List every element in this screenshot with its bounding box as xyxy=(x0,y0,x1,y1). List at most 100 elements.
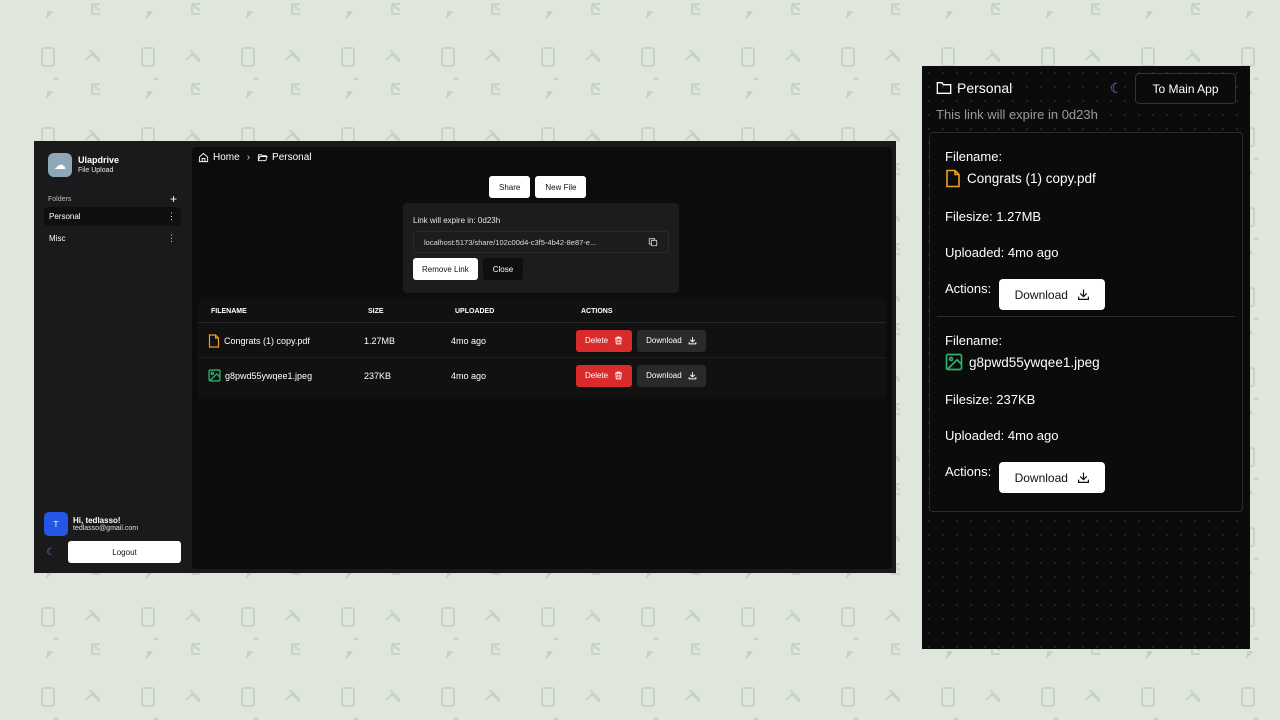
breadcrumb-personal[interactable]: Personal xyxy=(272,152,311,163)
shared-file-uploaded: Uploaded: 4mo ago xyxy=(945,245,1059,260)
column-header-filename: FILENAME xyxy=(211,308,247,315)
download-label: Download xyxy=(646,336,682,345)
download-label: Download xyxy=(646,371,682,380)
files-table: FILENAME SIZE UPLOADED ACTIONS Congrats … xyxy=(198,299,886,399)
trash-icon xyxy=(615,336,622,345)
download-icon xyxy=(1077,472,1089,483)
share-button[interactable]: Share xyxy=(489,176,531,198)
actions-label: Actions: xyxy=(945,464,992,479)
popover-actions: Remove Link Close xyxy=(413,258,669,280)
shared-file-item: Filename: Congrats (1) copy.pdf Filesize… xyxy=(937,133,1235,316)
column-header-size: SIZE xyxy=(368,308,384,315)
download-icon xyxy=(688,372,697,380)
shared-file-size: Filesize: 237KB xyxy=(945,392,1036,407)
download-button[interactable]: Download xyxy=(999,462,1106,493)
download-button[interactable]: Download xyxy=(637,364,706,387)
folder-icon xyxy=(936,82,952,94)
user-email: tedlasso@gmail.com xyxy=(73,525,139,532)
shared-file-name: Congrats (1) copy.pdf xyxy=(967,171,1096,186)
download-icon xyxy=(1077,289,1089,300)
table-header: FILENAME SIZE UPLOADED ACTIONS xyxy=(198,299,886,323)
download-button[interactable]: Download xyxy=(637,329,706,352)
main-panel: Home › Personal Share New File Link will… xyxy=(192,147,892,569)
share-popover: Link will expire in: 0d23h localhost:517… xyxy=(403,203,679,293)
copy-icon[interactable] xyxy=(648,237,658,247)
brand: ☁ Ulapdrive File Upload xyxy=(48,153,181,177)
shared-file-name-row: g8pwd55ywqee1.jpeg xyxy=(945,353,1227,371)
column-header-actions: ACTIONS xyxy=(581,308,613,315)
shared-file-item: Filename: g8pwd55ywqee1.jpeg Filesize: 2… xyxy=(937,316,1235,499)
user-card: T Hi, tedlasso! tedlasso@gmail.com xyxy=(44,512,138,536)
remove-link-button[interactable]: Remove Link xyxy=(413,258,478,280)
folder-open-icon xyxy=(257,154,268,162)
shared-file-size: Filesize: 1.27MB xyxy=(945,209,1042,224)
pdf-file-icon xyxy=(946,169,960,188)
sidebar: ☁ Ulapdrive File Upload Folders + Person… xyxy=(34,141,191,573)
file-size: 1.27MB xyxy=(364,335,396,346)
user-greeting: Hi, tedlasso! xyxy=(73,516,121,525)
breadcrumb: Home › Personal xyxy=(198,152,312,163)
table-row: Congrats (1) copy.pdf 1.27MB 4mo ago Del… xyxy=(198,323,886,358)
avatar: T xyxy=(44,512,68,536)
file-name[interactable]: Congrats (1) copy.pdf xyxy=(224,336,310,346)
filename-label: Filename: xyxy=(945,333,1003,348)
share-folder-title: Personal xyxy=(936,80,1012,96)
logout-button[interactable]: Logout xyxy=(68,541,181,563)
download-label: Download xyxy=(1014,470,1068,485)
theme-toggle-icon[interactable]: ☾ xyxy=(44,547,58,558)
sidebar-item-label: Personal xyxy=(49,212,81,221)
chevron-right-icon: › xyxy=(246,152,251,163)
close-button[interactable]: Close xyxy=(482,258,524,280)
file-uploaded: 4mo ago xyxy=(451,370,487,381)
image-file-icon xyxy=(945,353,963,371)
shared-file-name-row: Congrats (1) copy.pdf xyxy=(945,169,1227,188)
sidebar-footer: ☾ Logout xyxy=(44,541,181,563)
folders-label: Folders xyxy=(48,195,72,203)
cloud-icon: ☁ xyxy=(48,153,72,177)
brand-subtitle: File Upload xyxy=(78,167,114,174)
theme-toggle-icon[interactable]: ☾ xyxy=(1110,80,1123,97)
breadcrumb-home[interactable]: Home xyxy=(213,152,240,163)
more-vertical-icon[interactable]: ⋮ xyxy=(167,233,176,244)
sidebar-item-personal[interactable]: Personal ⋮ xyxy=(44,207,181,226)
pdf-file-icon xyxy=(208,333,220,348)
folders-header: Folders + xyxy=(44,193,181,205)
share-link-field[interactable]: localhost:5173/share/102c00d4-c3f5-4b42-… xyxy=(413,231,669,253)
new-file-button[interactable]: New File xyxy=(535,176,587,198)
delete-button[interactable]: Delete xyxy=(576,329,633,352)
shared-file-uploaded: Uploaded: 4mo ago xyxy=(945,428,1059,443)
sidebar-item-misc[interactable]: Misc ⋮ xyxy=(44,229,181,248)
link-expire-text: Link will expire in: 0d23h xyxy=(413,216,501,225)
download-icon xyxy=(688,337,697,345)
to-main-app-button[interactable]: To Main App xyxy=(1135,73,1236,104)
trash-icon xyxy=(615,371,622,380)
file-uploaded: 4mo ago xyxy=(451,335,487,346)
app-window: ☁ Ulapdrive File Upload Folders + Person… xyxy=(34,141,896,573)
share-view-panel: Personal ☾ To Main App This link will ex… xyxy=(922,66,1250,649)
delete-label: Delete xyxy=(585,336,609,345)
file-name[interactable]: g8pwd55ywqee1.jpeg xyxy=(225,371,312,381)
image-file-icon xyxy=(208,369,221,382)
delete-label: Delete xyxy=(585,371,609,380)
home-icon xyxy=(198,152,209,163)
file-size: 237KB xyxy=(364,370,392,381)
filename-label: Filename: xyxy=(945,149,1003,164)
download-button[interactable]: Download xyxy=(999,279,1106,310)
more-vertical-icon[interactable]: ⋮ xyxy=(167,211,176,222)
share-expire-text: This link will expire in 0d23h xyxy=(936,107,1098,122)
delete-button[interactable]: Delete xyxy=(576,364,633,387)
share-link-text: localhost:5173/share/102c00d4-c3f5-4b42-… xyxy=(424,237,597,247)
share-folder-name: Personal xyxy=(957,80,1013,96)
shared-file-actions: Actions: Download xyxy=(945,462,1227,493)
column-header-uploaded: UPLOADED xyxy=(455,308,495,315)
table-row: g8pwd55ywqee1.jpeg 237KB 4mo ago Delete … xyxy=(198,358,886,393)
add-folder-icon[interactable]: + xyxy=(170,193,177,205)
shared-files-card: Filename: Congrats (1) copy.pdf Filesize… xyxy=(929,132,1243,512)
shared-file-actions: Actions: Download xyxy=(945,279,1227,310)
toolbar: Share New File xyxy=(489,176,587,198)
actions-label: Actions: xyxy=(945,281,992,296)
brand-name: Ulapdrive xyxy=(78,155,120,165)
download-label: Download xyxy=(1014,287,1068,302)
shared-file-name: g8pwd55ywqee1.jpeg xyxy=(969,354,1100,370)
sidebar-item-label: Misc xyxy=(49,234,66,243)
